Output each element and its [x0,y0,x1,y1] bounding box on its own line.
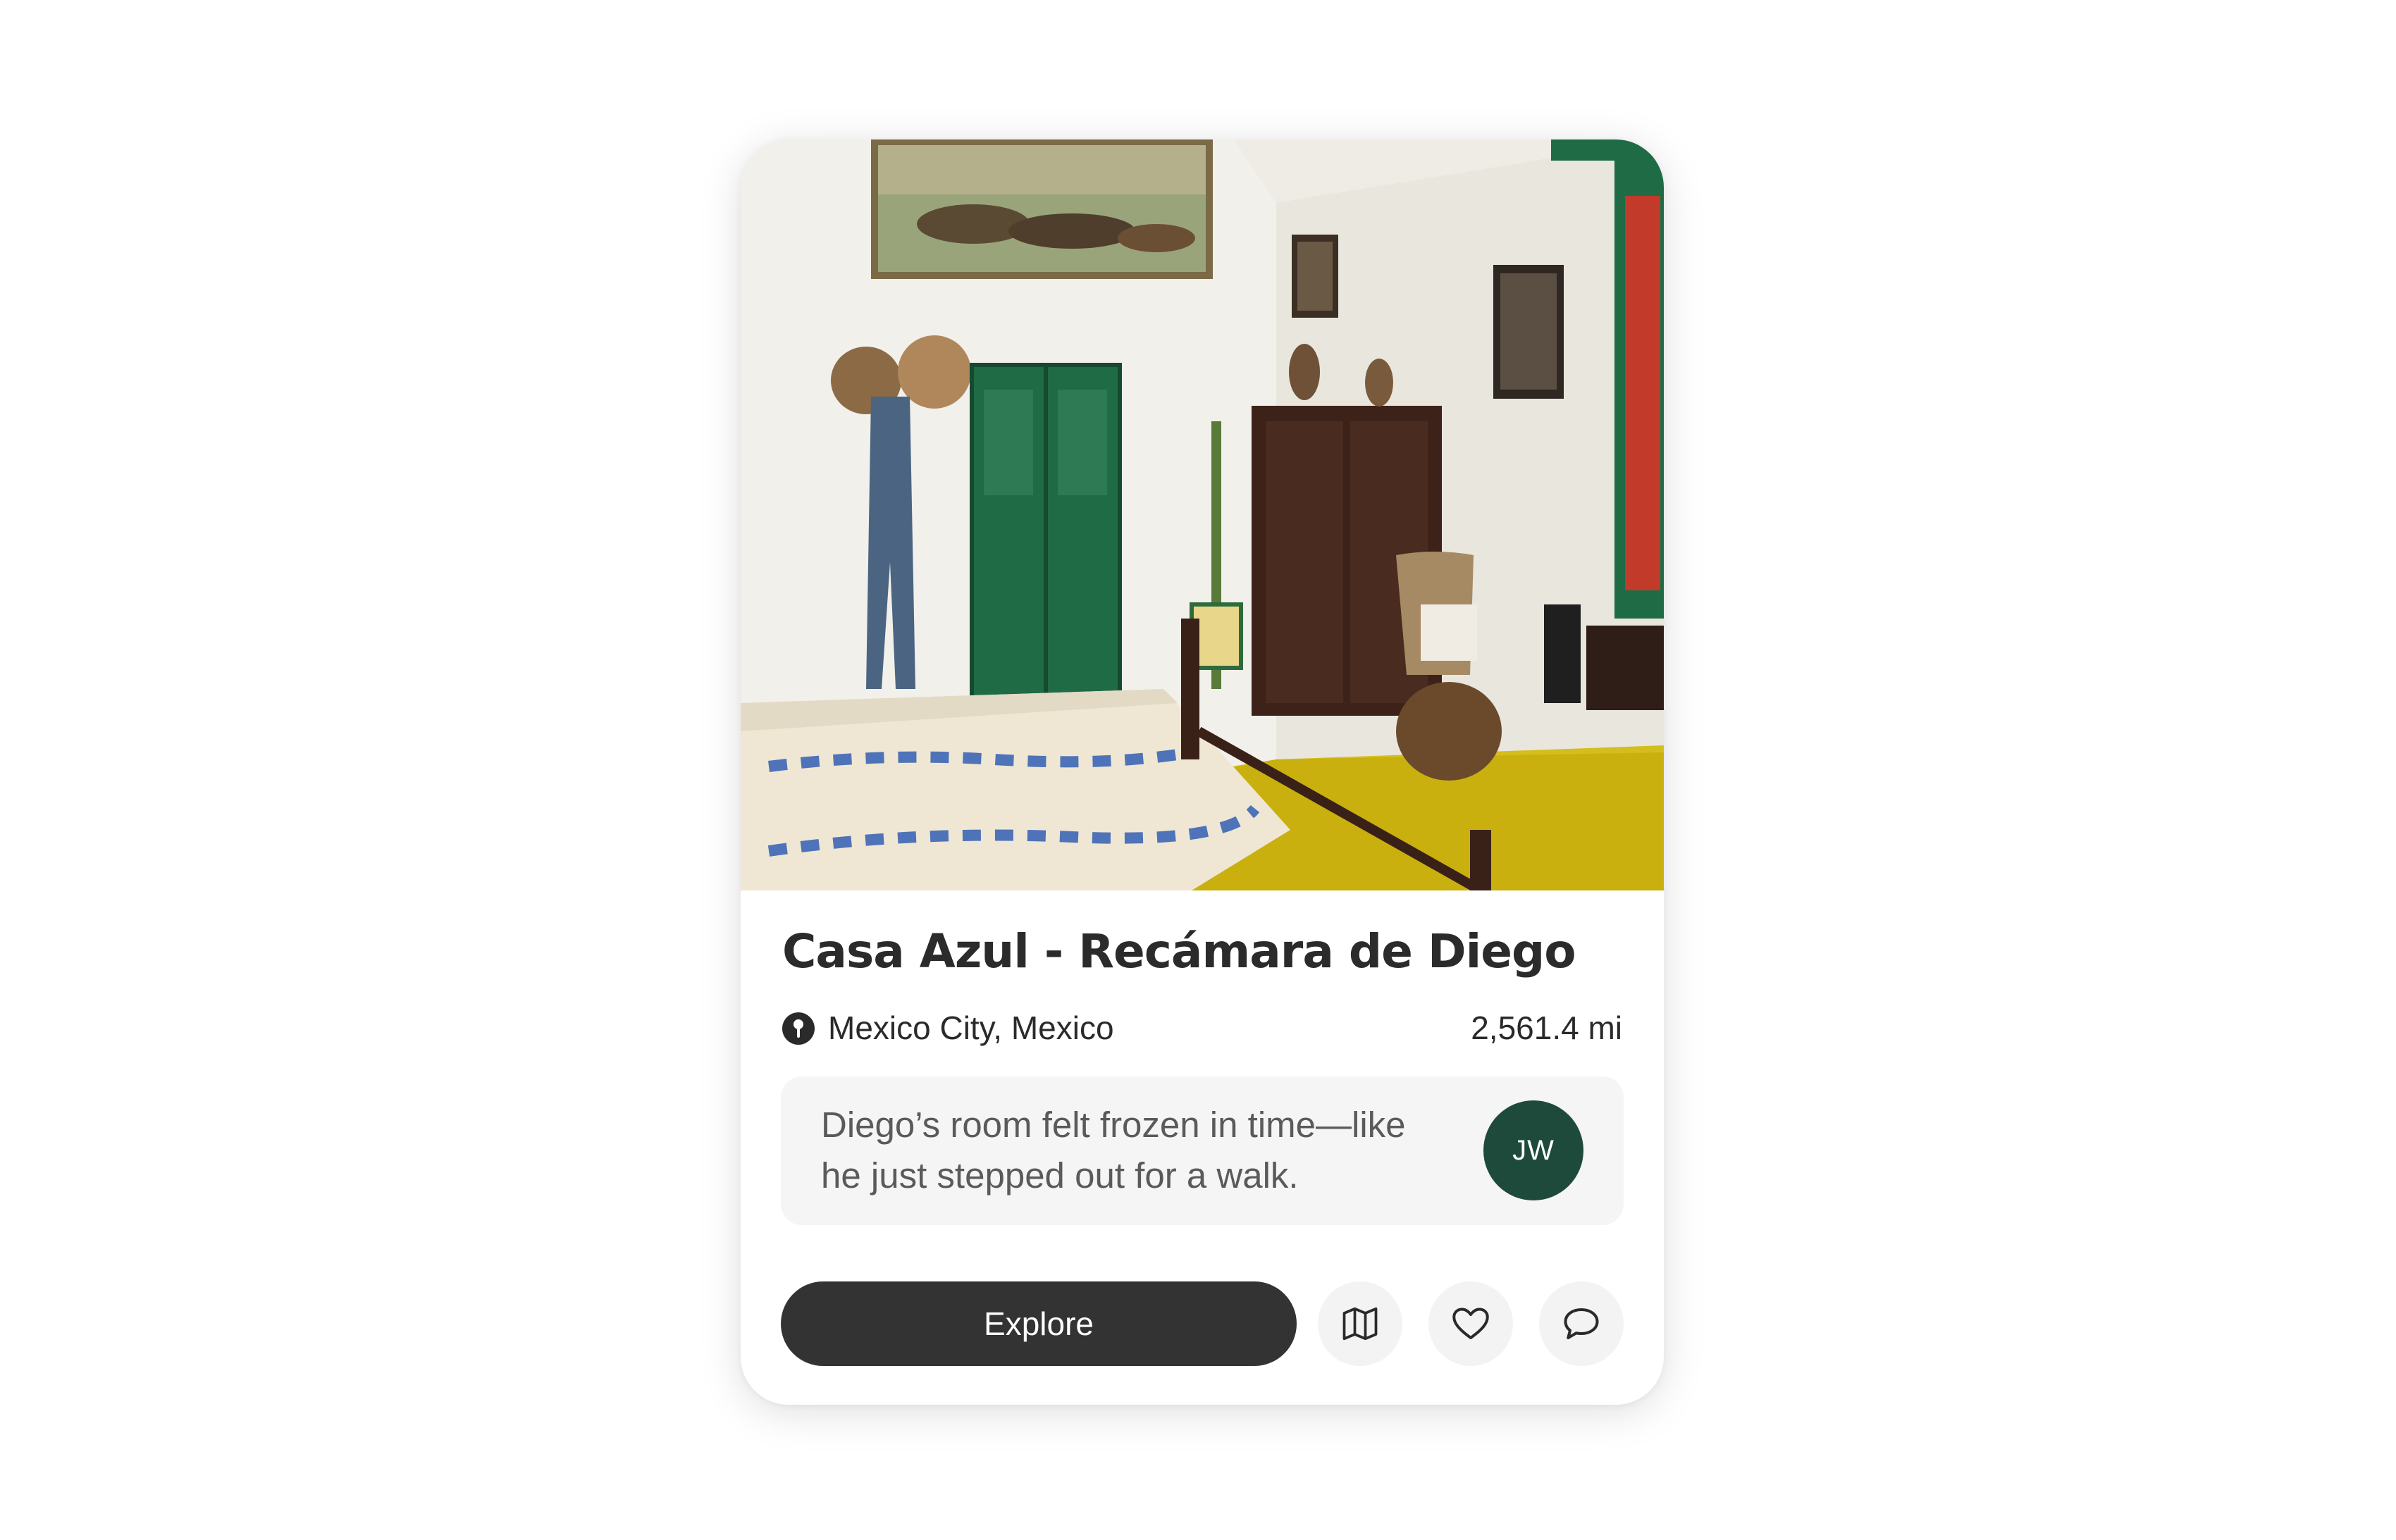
distance-label: 2,561.4 mi [1471,1010,1622,1046]
location-row: Mexico City, Mexico 2,561.4 mi [782,1007,1622,1048]
place-card: Casa Azul - Recámara de Diego Mexico Cit… [741,139,1664,1405]
comment-icon [1564,1308,1599,1339]
like-button[interactable] [1428,1281,1513,1366]
heart-icon [1452,1308,1489,1339]
review-text: Diego’s room felt frozen in time—like he… [821,1105,1406,1196]
avatar[interactable]: JW [1483,1100,1583,1200]
place-photo[interactable] [741,139,1664,890]
map-icon [1342,1307,1378,1341]
map-button[interactable] [1318,1281,1402,1366]
place-title: Casa Azul - Recámara de Diego [782,924,1576,979]
location-label: Mexico City, Mexico [828,1010,1114,1046]
location-pin-icon [782,1012,815,1045]
review-quote: Diego’s room felt frozen in time—like he… [781,1076,1624,1225]
comment-button[interactable] [1539,1281,1624,1366]
explore-button[interactable]: Explore [781,1281,1297,1366]
